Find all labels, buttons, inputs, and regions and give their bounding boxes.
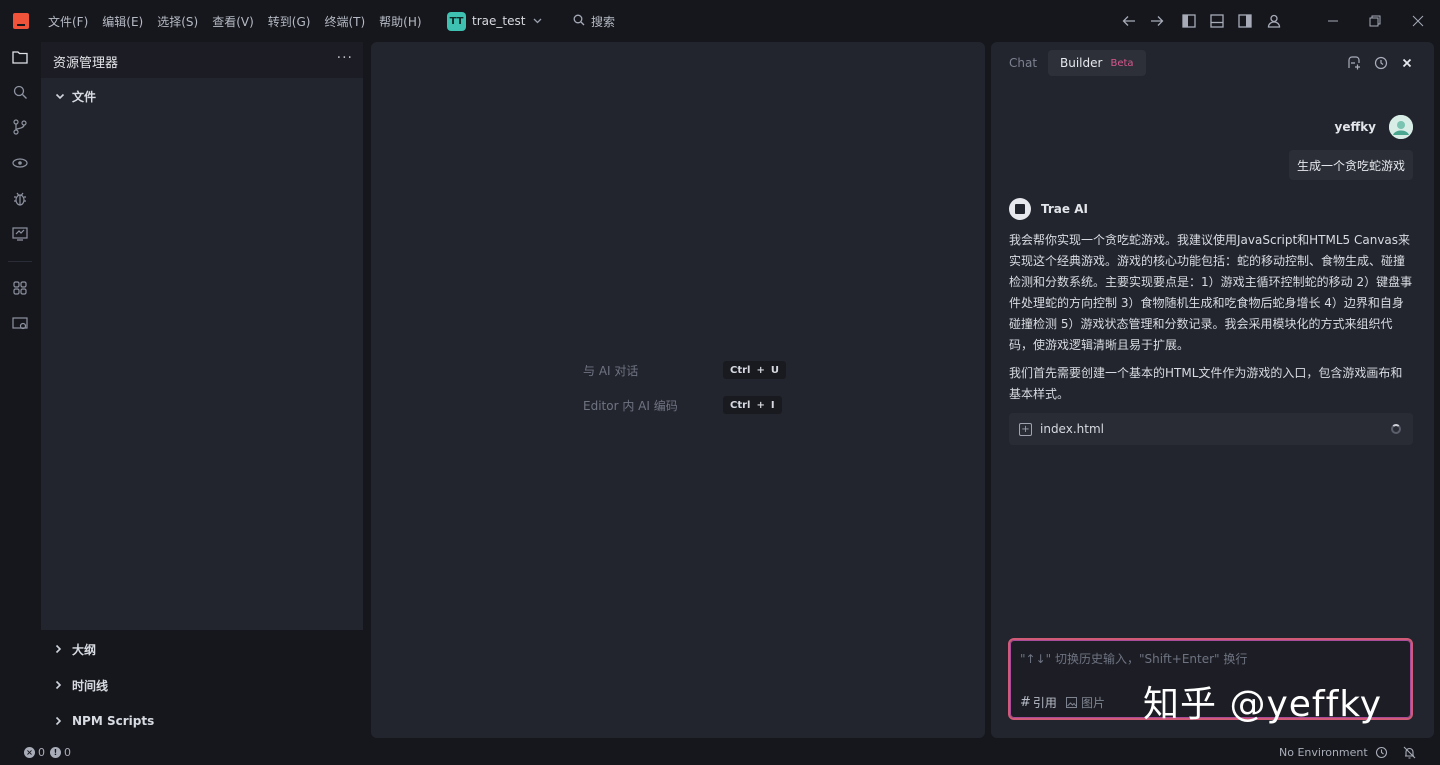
preview-icon[interactable] (11, 315, 29, 333)
image-button[interactable]: 图片 (1066, 694, 1105, 711)
hint-inline-ai: Editor 内 AI 编码 Ctrl + I (583, 396, 782, 414)
project-badge: TT (447, 11, 466, 31)
warning-icon: ! (50, 747, 61, 758)
assistant-message-paragraph: 我会帮你实现一个贪吃蛇游戏。我建议使用JavaScript和HTML5 Canv… (1009, 233, 1413, 352)
outline-section-label: 大纲 (72, 642, 97, 657)
warning-count: 0 (64, 746, 71, 759)
user-message: 生成一个贪吃蛇游戏 (1288, 150, 1413, 180)
hash-icon: # (1020, 695, 1031, 710)
activity-divider (8, 261, 32, 262)
search-icon (573, 14, 585, 29)
reference-button[interactable]: # 引用 (1020, 694, 1057, 711)
npm-scripts-section[interactable]: NPM Scripts (41, 706, 363, 736)
notifications-off-icon[interactable] (1403, 746, 1416, 759)
arrow-right-icon[interactable] (1148, 12, 1166, 30)
menu-edit[interactable]: 编辑(E) (102, 13, 143, 30)
menu-terminal[interactable]: 终端(T) (324, 13, 365, 30)
menu-help[interactable]: 帮助(H) (379, 13, 421, 30)
menu-file[interactable]: 文件(F) (48, 13, 88, 30)
timeline-section[interactable]: 时间线 (41, 670, 363, 700)
reference-label: 引用 (1032, 696, 1057, 710)
chevron-right-icon (55, 680, 67, 690)
toggle-sidebar-icon[interactable] (1180, 12, 1198, 30)
new-chat-icon[interactable] (1345, 54, 1363, 72)
editor-area[interactable]: 与 AI 对话 Ctrl + U Editor 内 AI 编码 Ctrl + I (371, 42, 985, 738)
close-panel-icon[interactable] (1398, 54, 1416, 72)
files-section-label: 文件 (72, 89, 97, 104)
chevron-down-icon (55, 93, 67, 100)
file-card[interactable]: + index.html (1009, 413, 1413, 445)
ai-panel: Chat Builder Beta yeffky 生成一个贪吃蛇游戏 Trae … (991, 42, 1434, 738)
toggle-panel-icon[interactable] (1208, 12, 1226, 30)
history-icon[interactable] (1375, 746, 1388, 759)
menu-selection[interactable]: 选择(S) (157, 13, 198, 30)
history-icon[interactable] (1372, 54, 1390, 72)
user-name: yeffky (1334, 120, 1376, 134)
search-icon[interactable] (11, 83, 29, 101)
restore-icon[interactable] (1366, 12, 1384, 30)
tab-chat[interactable]: Chat (1009, 56, 1037, 70)
minimize-icon[interactable] (1324, 12, 1342, 30)
files-section-header[interactable]: 文件 (41, 78, 363, 114)
debug-icon[interactable] (11, 189, 29, 207)
sidebar-header: 资源管理器 ··· (41, 42, 363, 78)
image-label: 图片 (1081, 696, 1106, 710)
chat-input-placeholder: "↑↓" 切换历史输入，"Shift+Enter" 换行 (1020, 652, 1248, 666)
outline-section[interactable]: 大纲 (41, 634, 363, 664)
assistant-message-paragraph: 我们首先需要创建一个基本的HTML文件作为游戏的入口，包含游戏画布和基本样式。 (1009, 366, 1403, 401)
project-name: trae_test (472, 14, 526, 28)
explorer-sidebar: 资源管理器 ··· 文件 大纲 时间线 NPM Scripts (41, 42, 363, 742)
toggle-aside-icon[interactable] (1236, 12, 1254, 30)
timeline-section-label: 时间线 (72, 678, 109, 693)
more-actions-icon[interactable]: ··· (337, 50, 353, 66)
assistant-name: Trae AI (1041, 202, 1088, 216)
source-control-icon[interactable] (11, 118, 29, 136)
tab-builder-label: Builder (1060, 56, 1103, 70)
avatar (1389, 115, 1413, 139)
shortcut-ctrl-i: Ctrl + I (723, 396, 782, 414)
account-icon[interactable] (1265, 12, 1283, 30)
activity-bar (0, 42, 41, 742)
file-tree[interactable] (41, 114, 363, 630)
error-count: 0 (38, 746, 45, 759)
hint-chat-label: 与 AI 对话 (583, 363, 639, 378)
hint-chat-with-ai: 与 AI 对话 Ctrl + U (583, 361, 786, 379)
plus-file-icon: + (1019, 422, 1032, 436)
beta-badge: Beta (1110, 57, 1134, 69)
extensions-icon[interactable] (11, 279, 29, 297)
hint-inline-label: Editor 内 AI 编码 (583, 398, 678, 413)
remote-explorer-icon[interactable] (11, 225, 29, 243)
project-switcher[interactable]: TT trae_test (447, 11, 542, 31)
watermark: 知乎 @yeffky (1143, 684, 1383, 725)
file-card-name: index.html (1040, 422, 1104, 436)
title-bar: 文件(F) 编辑(E) 选择(S) 查看(V) 转到(G) 终端(T) 帮助(H… (0, 0, 1440, 42)
search-box[interactable]: 搜索 (573, 13, 615, 30)
menu-bar: 文件(F) 编辑(E) 选择(S) 查看(V) 转到(G) 终端(T) 帮助(H… (48, 0, 436, 42)
shortcut-ctrl-u: Ctrl + U (723, 361, 786, 379)
menu-go[interactable]: 转到(G) (268, 13, 311, 30)
status-bar: × 0 ! 0 No Environment (0, 742, 1440, 765)
image-icon (1066, 697, 1077, 708)
sidebar-title: 资源管理器 (53, 56, 119, 71)
trae-ai-avatar (1009, 198, 1031, 220)
chevron-right-icon (55, 644, 67, 654)
loading-spinner-icon (1391, 424, 1401, 434)
menu-view[interactable]: 查看(V) (212, 13, 254, 30)
chevron-right-icon (55, 716, 67, 726)
close-window-icon[interactable] (1409, 12, 1427, 30)
remote-icon[interactable] (11, 154, 29, 172)
arrow-left-icon[interactable] (1120, 12, 1138, 30)
app-logo-icon (13, 13, 29, 29)
search-label: 搜索 (591, 15, 616, 29)
explorer-icon[interactable] (11, 48, 29, 66)
files-section-row: 文件 (41, 81, 363, 111)
tab-builder[interactable]: Builder Beta (1048, 50, 1146, 76)
environment-status[interactable]: No Environment (1279, 746, 1368, 759)
error-icon: × (24, 747, 35, 758)
problems-indicator[interactable]: × 0 ! 0 (24, 746, 71, 759)
chevron-down-icon (533, 16, 542, 27)
npm-scripts-section-label: NPM Scripts (72, 714, 155, 728)
